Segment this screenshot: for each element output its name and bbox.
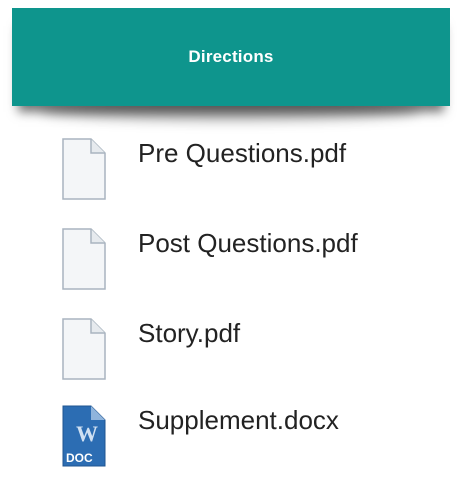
file-name: Story.pdf [138,318,241,348]
svg-text:DOC: DOC [66,451,93,465]
file-name: Post Questions.pdf [138,228,358,258]
file-item-post-questions[interactable]: Post Questions.pdf [62,228,358,290]
file-list: Pre Questions.pdf Post Questions.pdf Sto… [0,0,457,478]
page: Directions Pre Questions.pdf Post Questi… [0,0,457,478]
document-icon [62,228,106,290]
file-item-pre-questions[interactable]: Pre Questions.pdf [62,138,346,200]
file-item-story[interactable]: Story.pdf [62,318,240,380]
file-item-supplement[interactable]: W DOC Supplement.docx [62,405,339,467]
file-name: Supplement.docx [138,405,339,435]
word-doc-icon: W DOC [62,405,106,467]
document-icon [62,138,106,200]
document-icon [62,318,106,380]
file-name: Pre Questions.pdf [138,138,347,168]
svg-text:W: W [76,421,98,446]
